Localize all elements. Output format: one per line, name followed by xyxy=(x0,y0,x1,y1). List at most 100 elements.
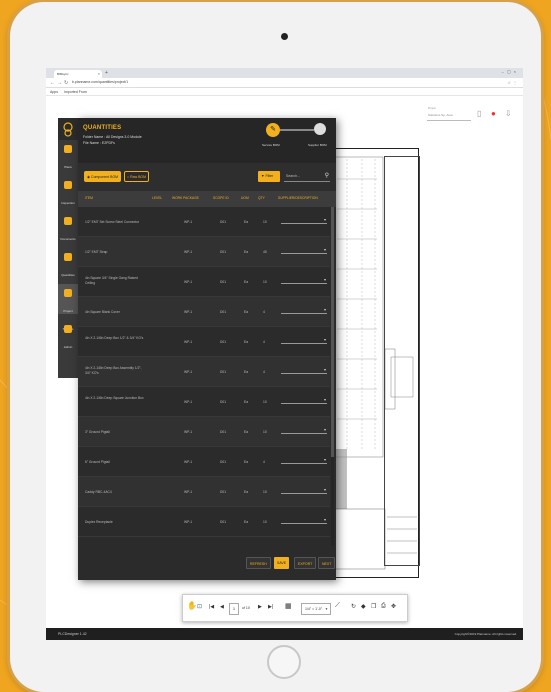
bookmark-apps[interactable]: Apps xyxy=(50,90,58,94)
refresh-button[interactable]: REFRESH xyxy=(246,557,271,569)
column-header[interactable]: SUPPLIER/DESCRIPTION xyxy=(278,196,318,200)
table-row[interactable]: 4in X 2-1/8in Deep Box 1/2" & 3/4" KO's W… xyxy=(78,327,330,357)
cell-uom: Ea xyxy=(244,520,249,524)
copy-icon[interactable]: ❐ xyxy=(371,603,376,610)
marker-icon[interactable]: ◆ xyxy=(361,603,366,610)
sidebar-item-2[interactable]: Documents xyxy=(58,212,78,242)
sidebar-item-5[interactable]: Admin xyxy=(58,320,78,350)
cell-qty: 4 xyxy=(263,460,265,464)
rotate-icon[interactable]: ↻ xyxy=(351,603,356,610)
measure-icon[interactable]: ⟋ xyxy=(335,602,340,610)
document-icon[interactable]: ▯ xyxy=(477,109,481,118)
column-header[interactable]: QTY xyxy=(258,196,265,200)
notification-icon[interactable]: ● xyxy=(491,109,496,118)
supplier-dropdown[interactable]: ▾ xyxy=(281,277,327,284)
table-row[interactable]: 4in Square Blank Cover WP-1 D01 Ea 4 ▾ xyxy=(78,297,330,327)
page-input[interactable]: 1 xyxy=(229,603,239,615)
next-page-icon[interactable]: ▶ xyxy=(258,604,262,610)
table-row[interactable]: Duplex Receptacle WP-1 D01 Ea 10 ▾ xyxy=(78,507,330,537)
column-header[interactable]: UOM xyxy=(241,196,249,200)
table-row[interactable]: 4in X 2-1/8in Deep Square Junction Box WP… xyxy=(78,387,330,417)
sidebar-item-4[interactable]: Project Settings xyxy=(58,284,78,331)
step-supplier-bom[interactable] xyxy=(314,123,326,135)
browser-tab[interactable]: BIMsync × xyxy=(54,70,102,78)
table-row[interactable]: 3" Ground Pigtail WP-1 D01 Ea 10 ▾ xyxy=(78,417,330,447)
app-logo[interactable] xyxy=(58,118,78,140)
chevron-down-icon: ▾ xyxy=(323,337,326,342)
close-icon[interactable]: × xyxy=(98,71,100,76)
table-row[interactable]: 4in X 2-1/8in Deep Box Assembly 1/2", 3/… xyxy=(78,357,330,387)
fit-icon[interactable]: ✥ xyxy=(391,603,396,610)
title-block xyxy=(384,156,420,566)
home-button[interactable] xyxy=(267,645,301,679)
supplier-dropdown[interactable]: ▾ xyxy=(281,337,327,344)
supplier-dropdown[interactable]: ▾ xyxy=(281,367,327,374)
chip-raw-bom[interactable]: ○ Raw BOM xyxy=(124,171,150,182)
grid-view-icon[interactable]: ▦ xyxy=(285,602,292,610)
table-row[interactable]: 1/2" EMT Set Screw Steel Connector WP-1 D0… xyxy=(78,207,330,237)
browser-menu-icon[interactable]: ☆⋮ xyxy=(507,80,519,85)
supplier-dropdown[interactable]: ▾ xyxy=(281,487,327,494)
supplier-dropdown[interactable]: ▾ xyxy=(281,307,327,314)
cell-wp: WP-1 xyxy=(184,220,193,224)
quantities-icon xyxy=(64,253,72,261)
filter-icon: ▼ xyxy=(261,174,265,178)
sidebar-item-3[interactable]: Quantities xyxy=(58,248,78,278)
cell-scope: D01 xyxy=(220,340,227,344)
prev-page-icon[interactable]: ◀ xyxy=(220,604,224,610)
next-button[interactable]: NEXT xyxy=(318,557,336,569)
chip-component-bom[interactable]: ◉ Component BOM xyxy=(84,171,122,182)
table-header: ITEM LEVEL WORK PACKAGE SCOPE ID UOM QTY SUPPL… xyxy=(78,191,336,207)
table-row[interactable]: 4in Square 3/4" Single Gang Raised Ceili… xyxy=(78,267,330,297)
viewer-toolbar: ✋ ⊡ |◀ ◀ 1 of 10 ▶ ▶| ▦ 1/4" = 1'-0" ▼ ⟋… xyxy=(182,594,408,622)
column-header[interactable]: SCOPE ID xyxy=(213,196,229,200)
url-field[interactable]: b.planname.com/quantities/project/1 xyxy=(72,80,472,86)
print-icon[interactable]: ⎙ xyxy=(381,603,386,610)
cell-wp: WP-1 xyxy=(184,490,193,494)
last-page-icon[interactable]: ▶| xyxy=(268,604,273,610)
supplier-dropdown[interactable]: ▾ xyxy=(281,217,327,224)
sidebar: Plans Inspection Documents Quantities Projec… xyxy=(58,118,78,378)
zoom-tool-icon[interactable]: ⊡ xyxy=(197,603,202,610)
chevron-down-icon: ▾ xyxy=(323,307,326,312)
supplier-dropdown[interactable]: ▾ xyxy=(281,427,327,434)
supplier-dropdown[interactable]: ▾ xyxy=(281,517,327,524)
search-input[interactable]: Search... ⚲ xyxy=(284,171,330,182)
filter-button[interactable]: ▼ Filter xyxy=(258,171,280,182)
save-button[interactable]: SAVE xyxy=(274,557,290,569)
hand-tool-icon[interactable]: ✋ xyxy=(187,601,197,610)
new-tab-icon[interactable]: + xyxy=(105,70,108,76)
cell-scope: D01 xyxy=(220,310,227,314)
supplier-dropdown[interactable]: ▾ xyxy=(281,397,327,404)
supplier-dropdown[interactable]: ▾ xyxy=(281,247,327,254)
step-label-supplier: Supplier BOM xyxy=(308,143,327,147)
window-controls[interactable]: –▢× xyxy=(502,69,519,74)
table-scrollbar[interactable] xyxy=(331,207,334,546)
first-page-icon[interactable]: |◀ xyxy=(209,604,214,610)
column-header[interactable]: WORK PACKAGE xyxy=(172,196,199,200)
nav-buttons[interactable]: ←→↻ xyxy=(50,80,70,86)
export-button[interactable]: EXPORT xyxy=(294,557,317,569)
column-header[interactable]: ITEM xyxy=(85,196,93,200)
step-service-bom[interactable]: ✎ xyxy=(266,123,280,137)
zoom-select[interactable]: 1/4" = 1'-0" ▼ xyxy=(301,603,331,615)
column-header[interactable]: LEVEL xyxy=(152,196,162,200)
cell-wp: WP-1 xyxy=(184,310,193,314)
cell-qty: 10 xyxy=(263,520,267,524)
cell-uom: Ea xyxy=(244,220,249,224)
sidebar-item-label: Admin xyxy=(63,345,73,349)
file-name: File Name : E2PDFs xyxy=(83,141,115,145)
table-row[interactable]: 1/2" EMT Strap WP-1 D01 Ea 45 ▾ xyxy=(78,237,330,267)
sidebar-item-0[interactable]: Plans xyxy=(58,140,78,170)
table-row[interactable]: 6" Ground Pigtail WP-1 D01 Ea 4 ▾ xyxy=(78,447,330,477)
project-select[interactable]: Project Solutions Sp. Area xyxy=(427,107,471,121)
sidebar-item-1[interactable]: Inspection xyxy=(58,176,78,206)
supplier-dropdown[interactable]: ▾ xyxy=(281,457,327,464)
cell-qty: 45 xyxy=(263,250,267,254)
table-row[interactable]: Caddy RBC-4AC4 WP-1 D01 Ea 10 ▾ xyxy=(78,477,330,507)
download-icon[interactable]: ⇩ xyxy=(505,109,512,118)
cell-item: 1/2" EMT Strap xyxy=(85,250,108,254)
bookmark-imported[interactable]: Imported From xyxy=(64,90,87,94)
cell-scope: D01 xyxy=(220,460,227,464)
scrollbar-thumb[interactable] xyxy=(331,207,334,457)
